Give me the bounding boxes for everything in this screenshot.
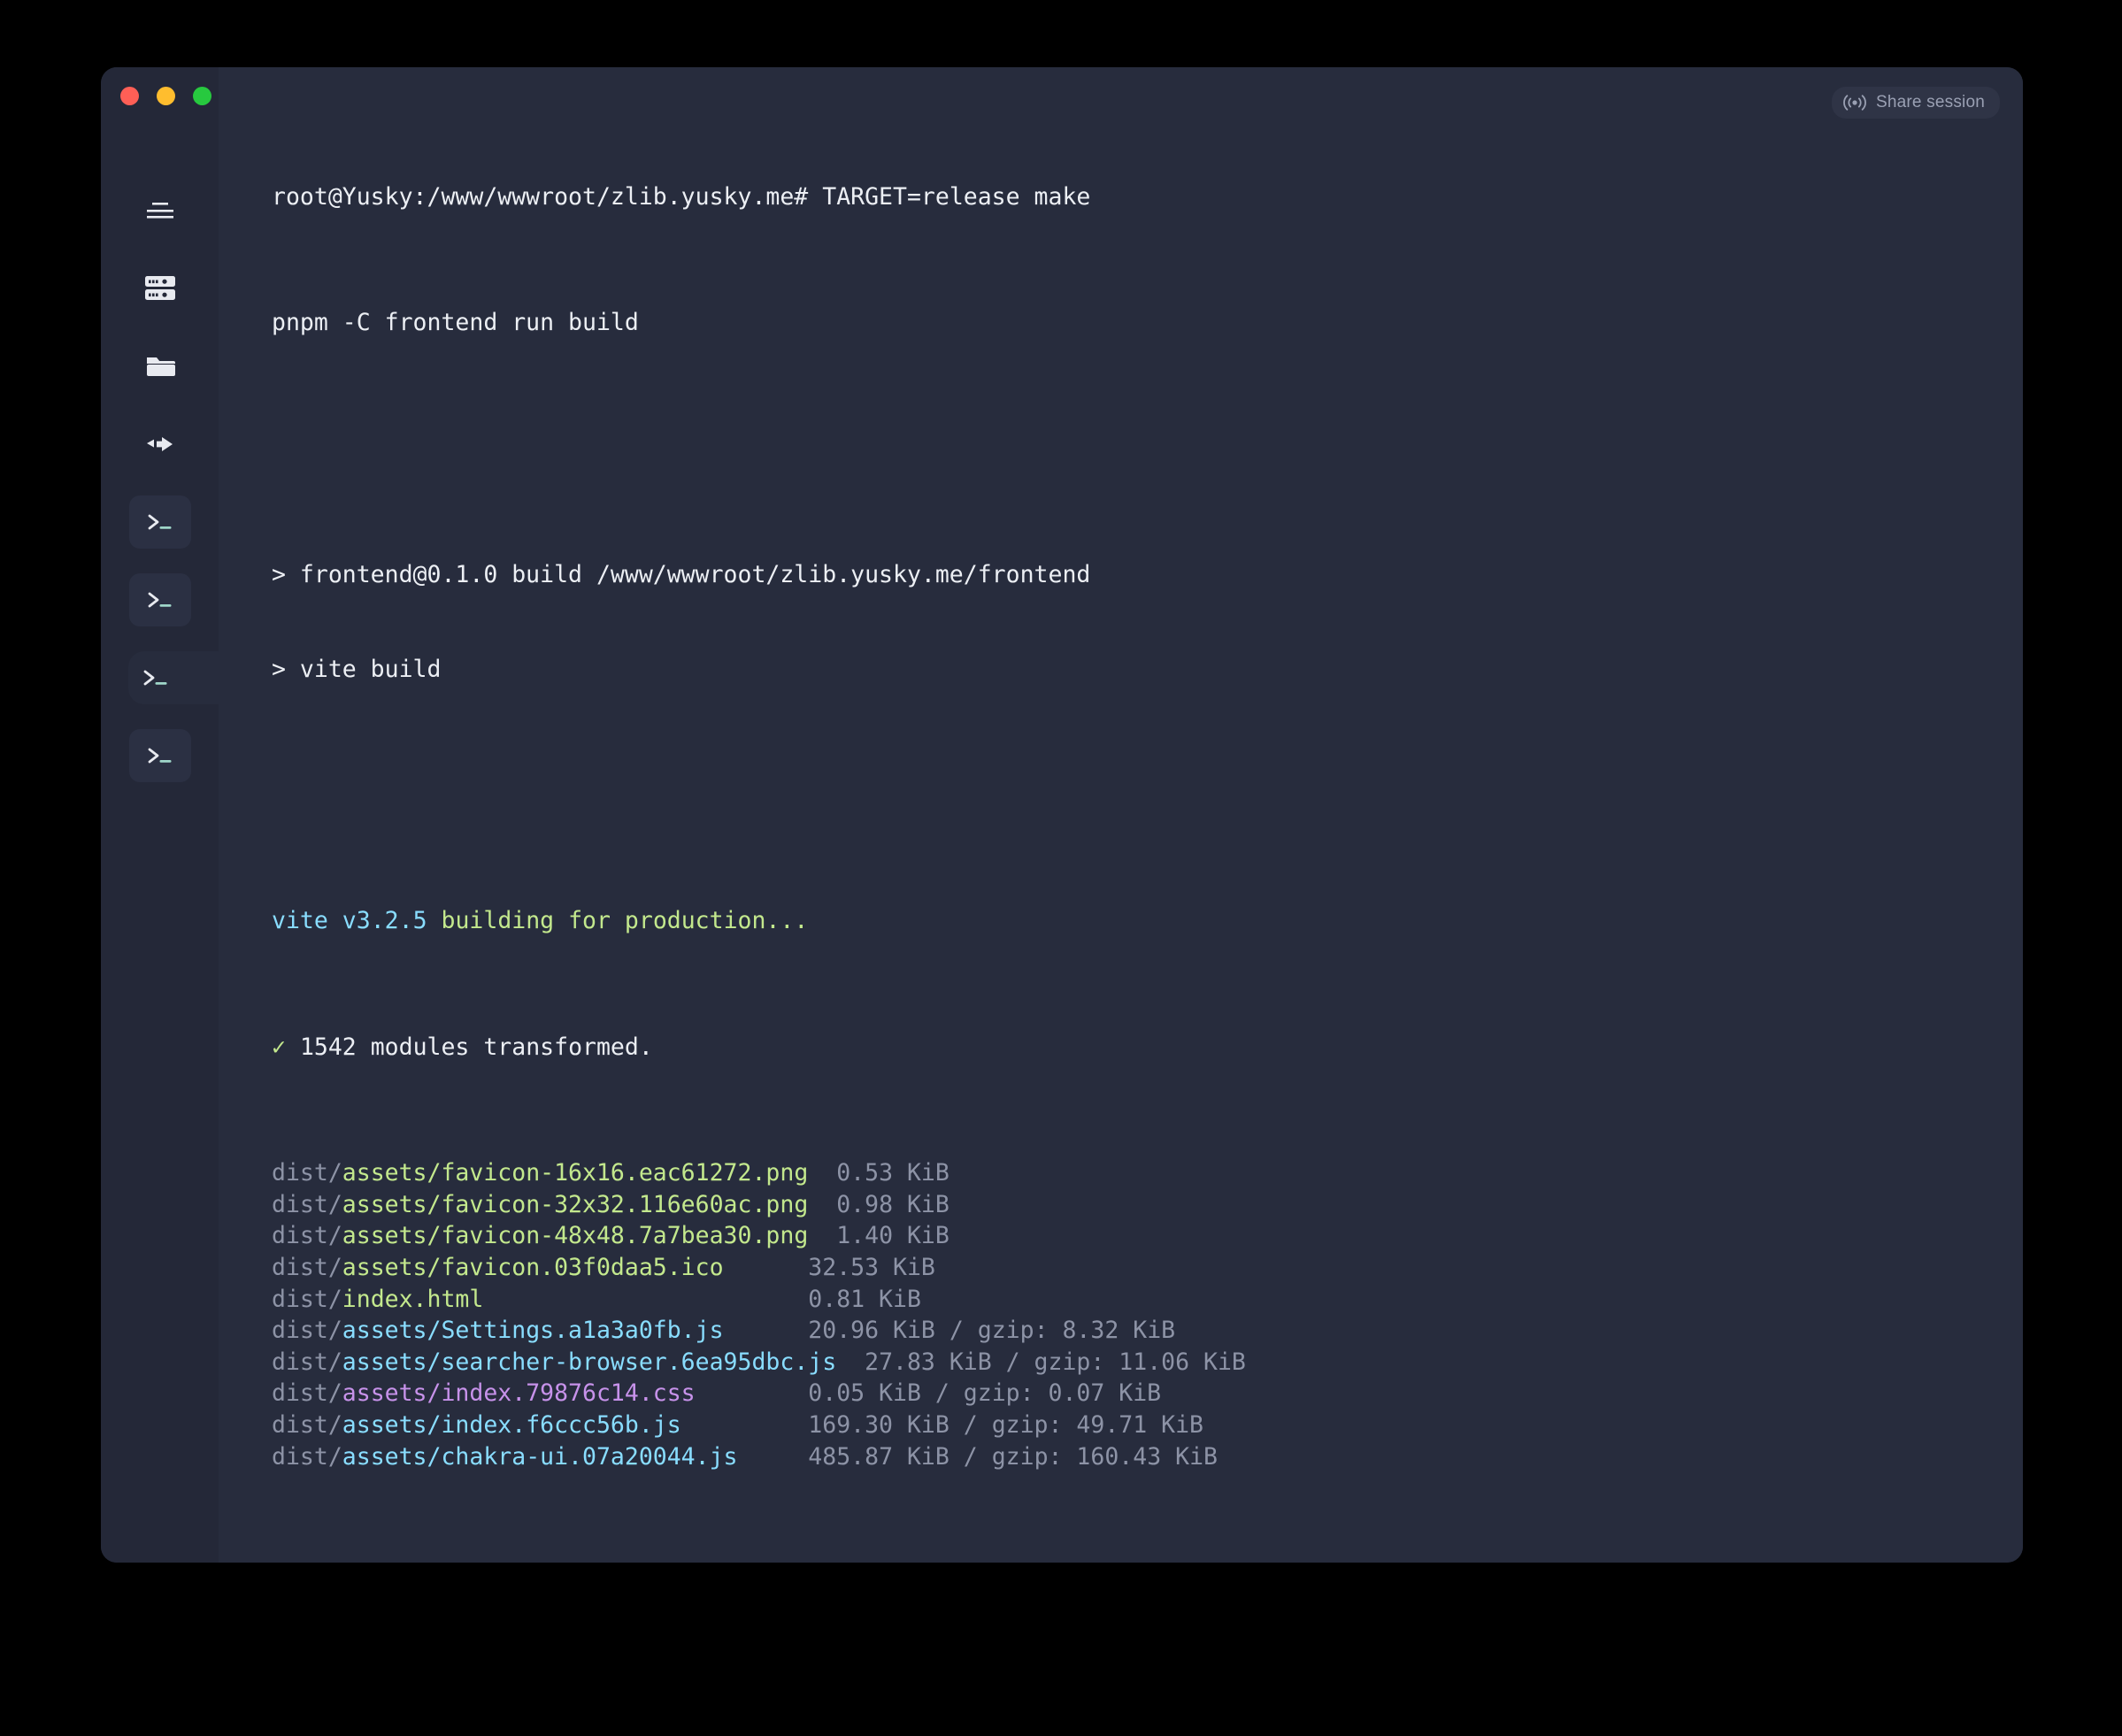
asset-file: assets/favicon-16x16.eac61272.png (342, 1159, 809, 1187)
asset-row: dist/assets/searcher-browser.6ea95dbc.js… (272, 1347, 2023, 1379)
npm-header-2: > vite build (272, 655, 442, 683)
asset-size: 0.53 KiB (836, 1159, 950, 1187)
asset-size: 32.53 KiB (808, 1253, 935, 1281)
asset-size: 20.96 KiB / gzip: 8.32 KiB (808, 1317, 1176, 1345)
asset-dir: dist/ (272, 1222, 342, 1250)
console-output: root@Yusky:/www/wwwroot/zlib.yusky.me# T… (272, 87, 2023, 1563)
close-button[interactable] (120, 87, 139, 105)
sidebar-item-terminal-3[interactable] (101, 639, 219, 717)
folder-icon (146, 357, 175, 376)
terminal-window: Share session root@Yusky:/www/wwwroot/zl… (101, 67, 2023, 1563)
asset-row: dist/assets/index.79876c14.css 0.05 KiB … (272, 1378, 2023, 1410)
asset-row: dist/assets/Settings.a1a3a0fb.js 20.96 K… (272, 1315, 2023, 1347)
npm-header-1: > frontend@0.1.0 build /www/wwwroot/zlib… (272, 560, 1091, 588)
asset-size: 27.83 KiB / gzip: 11.06 KiB (865, 1348, 1246, 1376)
shell-command: TARGET=release make (822, 182, 1091, 211)
asset-size: 1.40 KiB (836, 1222, 950, 1250)
terminal-icon (148, 592, 171, 608)
asset-dir: dist/ (272, 1159, 342, 1187)
asset-file: assets/Settings.a1a3a0fb.js (342, 1317, 724, 1345)
sidebar-item-terminal-2[interactable] (101, 561, 219, 639)
asset-row: dist/assets/favicon-32x32.116e60ac.png 0… (272, 1189, 2023, 1221)
asset-dir: dist/ (272, 1190, 342, 1218)
asset-row: dist/assets/favicon-48x48.7a7bea30.png 1… (272, 1220, 2023, 1252)
asset-file: assets/chakra-ui.07a20044.js (342, 1442, 738, 1471)
asset-dir: dist/ (272, 1442, 342, 1471)
asset-file: assets/favicon-32x32.116e60ac.png (342, 1190, 809, 1218)
asset-file: assets/index.79876c14.css (342, 1379, 696, 1408)
asset-row: dist/assets/favicon-16x16.eac61272.png 0… (272, 1157, 2023, 1189)
asset-dir: dist/ (272, 1348, 342, 1376)
asset-size: 0.98 KiB (836, 1190, 950, 1218)
asset-size: 0.05 KiB / gzip: 0.07 KiB (808, 1379, 1162, 1408)
shell-prompt: root@Yusky:/www/wwwroot/zlib.yusky.me# (272, 182, 823, 211)
asset-list: dist/assets/favicon-16x16.eac61272.png 0… (272, 1157, 2023, 1472)
terminal-icon (148, 748, 171, 764)
asset-row: dist/assets/chakra-ui.07a20044.js 485.87… (272, 1441, 2023, 1473)
sidebar-item-servers[interactable] (101, 250, 219, 327)
asset-file: index.html (342, 1285, 484, 1313)
asset-dir: dist/ (272, 1285, 342, 1313)
sidebar-item-menu[interactable] (101, 172, 219, 250)
hamburger-menu-icon (146, 203, 173, 219)
window-controls (120, 87, 211, 105)
asset-dir: dist/ (272, 1317, 342, 1345)
terminal-icon (143, 670, 167, 686)
server-icon (144, 276, 175, 300)
sidebar-item-files[interactable] (101, 327, 219, 405)
minimize-button[interactable] (157, 87, 175, 105)
terminal-panel[interactable]: Share session root@Yusky:/www/wwwroot/zl… (219, 67, 2023, 1563)
asset-dir: dist/ (272, 1379, 342, 1408)
asset-size: 0.81 KiB (808, 1285, 921, 1313)
asset-size: 485.87 KiB / gzip: 160.43 KiB (808, 1442, 1218, 1471)
vite-banner: vite v3.2.5 building for production... (272, 907, 809, 935)
maximize-button[interactable] (193, 87, 211, 105)
transfer-arrows-icon (146, 437, 173, 451)
asset-row: dist/assets/favicon.03f0daa5.ico 32.53 K… (272, 1252, 2023, 1284)
sidebar (101, 67, 219, 1563)
sidebar-item-terminal-1[interactable] (101, 483, 219, 561)
asset-dir: dist/ (272, 1253, 342, 1281)
asset-file: assets/favicon.03f0daa5.ico (342, 1253, 724, 1281)
modules-transformed: ✓ 1542 modules transformed. (272, 1033, 653, 1061)
asset-file: assets/searcher-browser.6ea95dbc.js (342, 1348, 837, 1376)
terminal-icon (148, 514, 171, 530)
asset-dir: dist/ (272, 1410, 342, 1439)
asset-file: assets/index.f6ccc56b.js (342, 1410, 681, 1439)
asset-row: dist/assets/index.f6ccc56b.js 169.30 KiB… (272, 1410, 2023, 1441)
prompt-line: root@Yusky:/www/wwwroot/zlib.yusky.me# T… (272, 181, 2023, 213)
pnpm-line: pnpm -C frontend run build (272, 309, 639, 337)
sidebar-item-transfers[interactable] (101, 405, 219, 483)
asset-file: assets/favicon-48x48.7a7bea30.png (342, 1222, 809, 1250)
asset-row: dist/index.html 0.81 KiB (272, 1284, 2023, 1316)
sidebar-item-terminal-4[interactable] (101, 717, 219, 795)
asset-size: 169.30 KiB / gzip: 49.71 KiB (808, 1410, 1204, 1439)
